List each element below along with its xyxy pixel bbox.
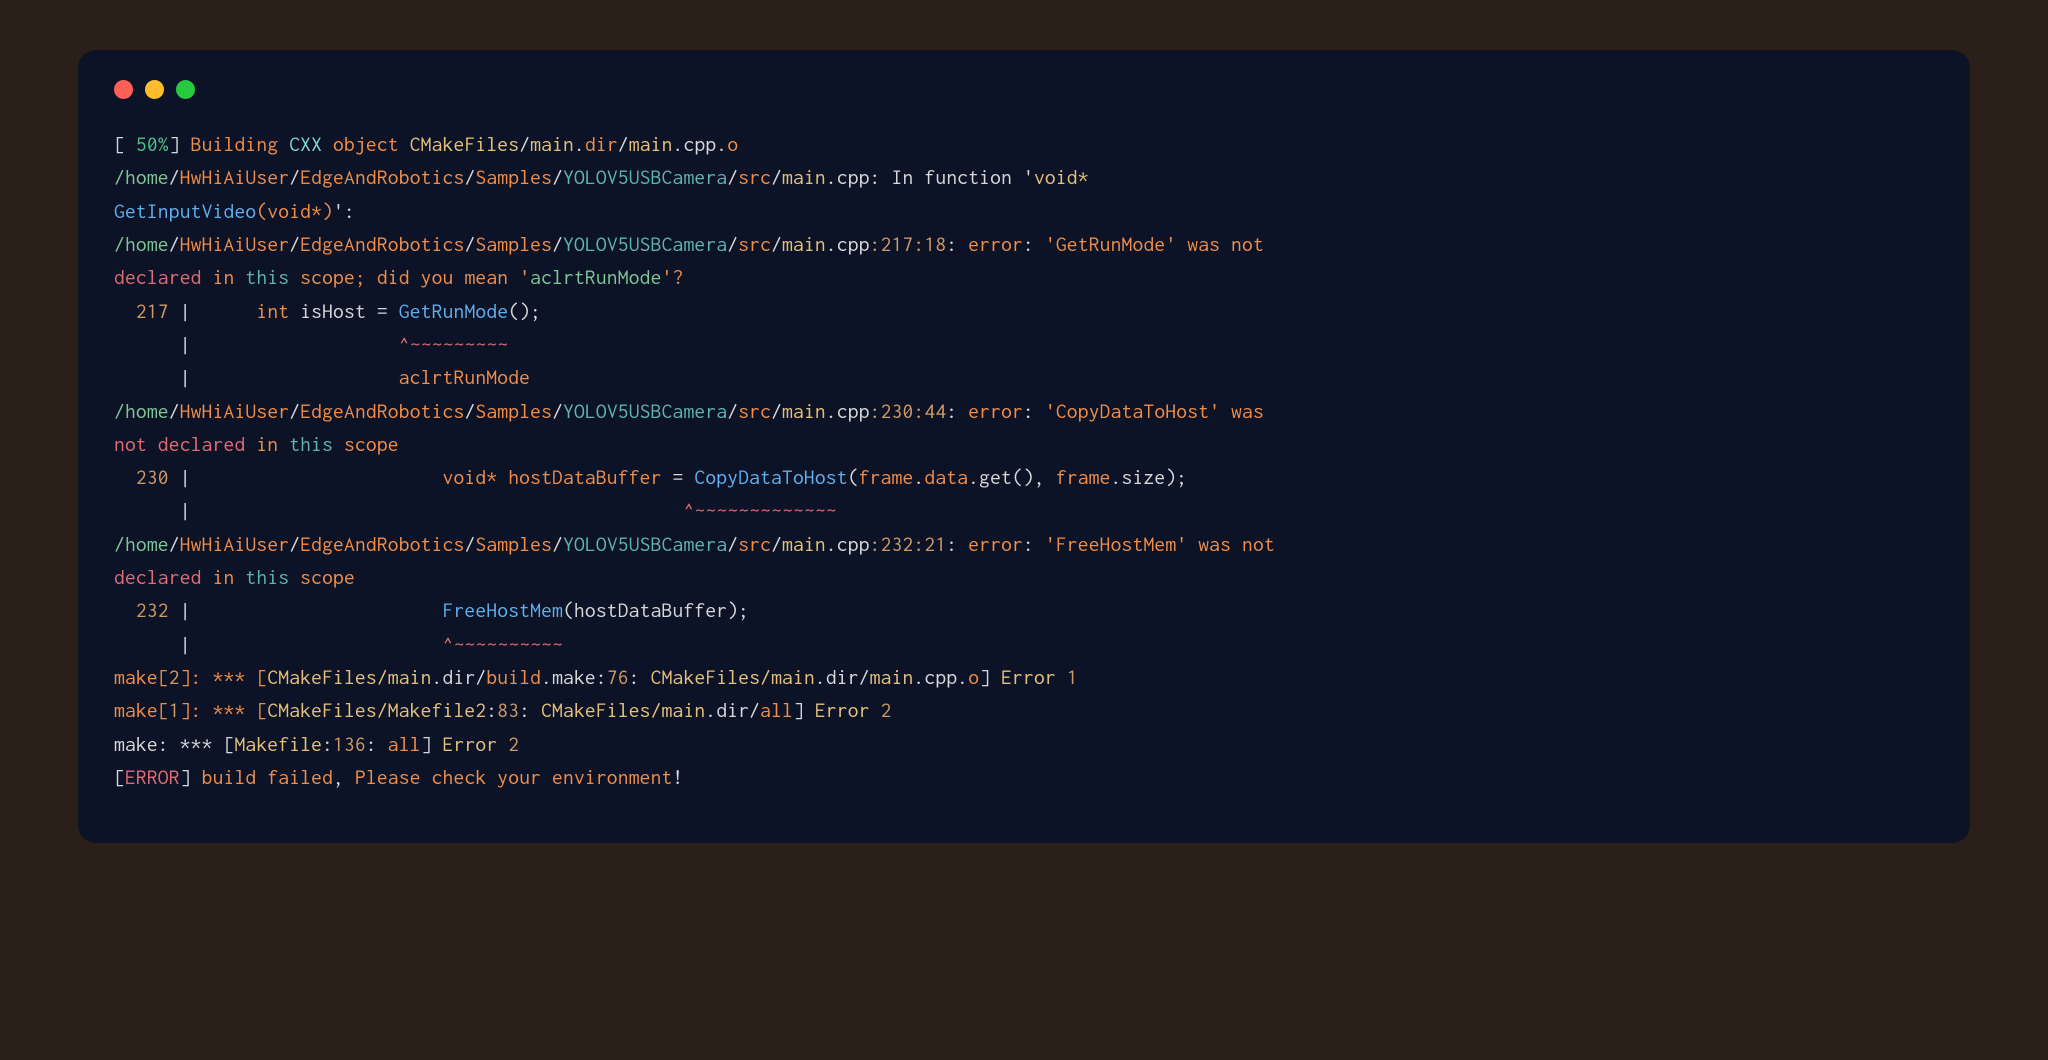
close-icon[interactable] — [114, 80, 133, 99]
line-caret-1: | ^~~~~~~~~~ — [114, 334, 508, 356]
line-build-progress: [ 50%] Building CXX object CMakeFiles/ma… — [114, 134, 738, 156]
line-make-2: make[2]: *** [CMakeFiles/main.dir/build.… — [114, 667, 1078, 689]
terminal-output: [ 50%] Building CXX object CMakeFiles/ma… — [114, 129, 1934, 795]
line-make-1: make[1]: *** [CMakeFiles/Makefile2:83: C… — [114, 700, 892, 722]
maximize-icon[interactable] — [176, 80, 195, 99]
line-make-0: make: *** [Makefile:136: all] Error 2 — [114, 734, 519, 756]
window-titlebar — [114, 80, 1934, 99]
line-error-2: /home/HwHiAiUser/EdgeAndRobotics/Samples… — [114, 401, 1275, 456]
minimize-icon[interactable] — [145, 80, 164, 99]
line-error-3: /home/HwHiAiUser/EdgeAndRobotics/Samples… — [114, 534, 1286, 589]
line-caret-2: | ^~~~~~~~~~~~~~ — [114, 500, 837, 522]
line-error-1: /home/HwHiAiUser/EdgeAndRobotics/Samples… — [114, 234, 1275, 289]
line-src-217: 217 | int isHost = GetRunMode(); — [114, 301, 541, 323]
line-src-230: 230 | void* hostDataBuffer = CopyDataToH… — [114, 467, 1187, 489]
line-suggest-1: | aclrtRunMode — [114, 367, 530, 389]
line-final-error: [ERROR] build failed, Please check your … — [114, 767, 683, 789]
line-src-232: 232 | FreeHostMem(hostDataBuffer); — [114, 600, 749, 622]
line-caret-3: | ^~~~~~~~~~~ — [114, 634, 563, 656]
terminal-window: [ 50%] Building CXX object CMakeFiles/ma… — [78, 50, 1970, 843]
line-in-function: /home/HwHiAiUser/EdgeAndRobotics/Samples… — [114, 167, 1100, 222]
